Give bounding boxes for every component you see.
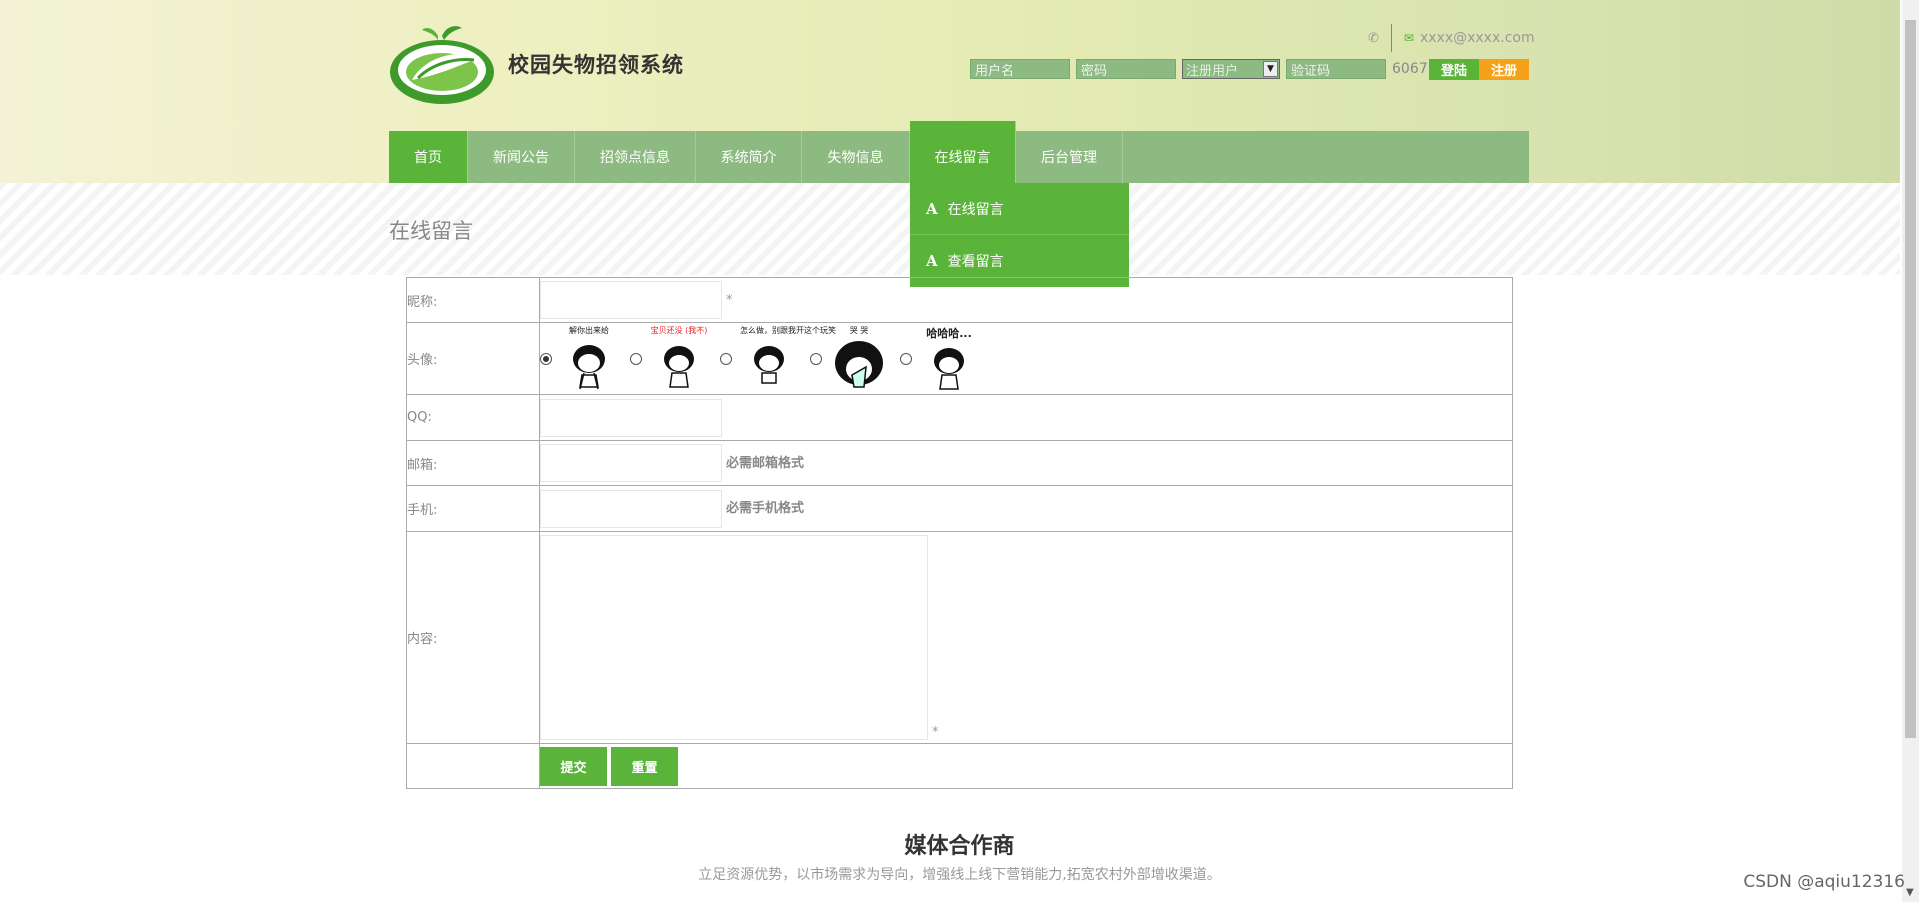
main-nav: 首页 新闻公告 招领点信息 系统简介 失物信息 在线留言 后台管理 (389, 121, 1529, 183)
nav-item-admin[interactable]: 后台管理 (1016, 131, 1123, 183)
form-row-content: 内容: * (406, 531, 1513, 744)
role-select-value: 注册用户 (1186, 63, 1239, 79)
qq-label: QQ: (406, 394, 540, 441)
avatar-option: 哈哈哈... (900, 325, 978, 393)
avatar-caption: 解你出来给 (569, 325, 609, 335)
content-textarea[interactable] (540, 535, 928, 740)
nav-item-news[interactable]: 新闻公告 (468, 131, 575, 183)
nav-item-claim-points[interactable]: 招领点信息 (575, 131, 696, 183)
avatar-radio[interactable] (720, 352, 732, 365)
nav-item-lost-items[interactable]: 失物信息 (802, 131, 910, 183)
reset-button[interactable]: 重置 (611, 746, 678, 786)
email-cell: 必需邮箱格式 (539, 440, 1513, 486)
qq-input[interactable] (540, 398, 722, 437)
nav-item-about[interactable]: 系统简介 (696, 131, 802, 183)
avatar-caption: 哭 哭 (849, 325, 869, 335)
phone-icon: ✆ (1368, 30, 1379, 46)
dropdown-item-label: 在线留言 (947, 201, 1004, 218)
phone-input[interactable] (540, 489, 722, 528)
message-form: 昵称: * 头像: 解你出来给 宝贝还没 (我不) 怎么做，别跟我开这个玩笑 哭… (406, 277, 1513, 789)
site-logo[interactable] (388, 22, 496, 106)
content-cell: * (539, 531, 1513, 744)
phone-cell: 必需手机格式 (539, 485, 1513, 532)
contact-email[interactable]: xxxx@xxxx.com (1420, 30, 1535, 46)
login-button[interactable]: 登陆 (1429, 59, 1479, 80)
nickname-cell: * (539, 277, 1513, 323)
form-row-phone: 手机: 必需手机格式 (406, 485, 1513, 532)
contact-info: ✆ ✉ xxxx@xxxx.com (1368, 24, 1535, 52)
avatar-option: 怎么做，别跟我开这个玩笑 (720, 325, 836, 393)
messages-dropdown: A 在线留言 A 查看留言 (910, 183, 1129, 287)
avatar-radio[interactable] (900, 352, 912, 365)
page-heading: 在线留言 (389, 219, 473, 243)
vertical-scrollbar[interactable]: ▼ (1902, 0, 1919, 902)
empty-label (406, 743, 540, 789)
avatar-image: 哈哈哈... (920, 325, 978, 393)
email-label: 邮箱: (406, 440, 540, 486)
font-a-icon: A (926, 252, 938, 270)
avatar-image: 解你出来给 (560, 325, 618, 393)
form-row-avatar: 头像: 解你出来给 宝贝还没 (我不) 怎么做，别跟我开这个玩笑 哭 哭 哈哈哈… (406, 322, 1513, 395)
avatar-caption: 怎么做，别跟我开这个玩笑 (740, 325, 836, 335)
phone-hint: 必需手机格式 (726, 501, 805, 516)
nickname-input[interactable] (540, 281, 722, 319)
dropdown-item-post-message[interactable]: A 在线留言 (910, 183, 1129, 235)
avatar-image: 怎么做，别跟我开这个玩笑 (740, 325, 836, 393)
required-mark: * (932, 725, 939, 740)
avatar-option: 宝贝还没 (我不) (630, 325, 708, 393)
captcha-input[interactable]: 验证码 (1286, 59, 1386, 79)
avatar-image: 宝贝还没 (我不) (650, 325, 708, 393)
form-row-actions: 提交 重置 (406, 743, 1513, 789)
username-input[interactable]: 用户名 (970, 59, 1070, 79)
register-button[interactable]: 注册 (1479, 59, 1529, 80)
divider (1390, 24, 1392, 52)
avatar-caption: 哈哈哈... (926, 326, 972, 340)
avatar-radio[interactable] (630, 352, 642, 365)
role-select[interactable]: 注册用户 ▼ (1182, 59, 1280, 79)
nickname-label: 昵称: (406, 277, 540, 323)
mail-icon: ✉ (1403, 31, 1414, 45)
chevron-down-icon: ▼ (1263, 61, 1278, 77)
password-input[interactable]: 密码 (1076, 59, 1176, 79)
scrollbar-thumb[interactable] (1905, 20, 1916, 738)
submit-button[interactable]: 提交 (540, 746, 607, 786)
avatar-caption: 宝贝还没 (我不) (650, 325, 708, 335)
avatar-radio[interactable] (540, 352, 552, 365)
email-hint: 必需邮箱格式 (726, 455, 805, 471)
qq-cell (539, 394, 1513, 441)
watermark: CSDN @aqiu12316 (1743, 872, 1905, 892)
avatar-label: 头像: (406, 322, 540, 395)
avatar-radio[interactable] (810, 352, 822, 365)
avatar-options: 解你出来给 宝贝还没 (我不) 怎么做，别跟我开这个玩笑 哭 哭 哈哈哈... (540, 324, 1512, 394)
dropdown-item-label: 查看留言 (947, 254, 1004, 270)
chevron-down-icon[interactable]: ▼ (1906, 887, 1914, 898)
partners-title: 媒体合作商 (904, 834, 1015, 859)
required-mark: * (726, 292, 733, 308)
email-input[interactable] (540, 444, 722, 482)
avatar-image: 哭 哭 (830, 325, 888, 393)
phone-label: 手机: (406, 485, 540, 532)
captcha-code[interactable]: 6067 (1392, 61, 1428, 77)
avatar-cell: 解你出来给 宝贝还没 (我不) 怎么做，别跟我开这个玩笑 哭 哭 哈哈哈... (539, 322, 1513, 395)
font-a-icon: A (926, 199, 938, 218)
site-title: 校园失物招领系统 (508, 53, 684, 77)
partners-subtitle: 立足资源优势，以市场需求为导向，增强线上线下营销能力,拓宽农村外部增收渠道。 (698, 867, 1221, 883)
form-row-nickname: 昵称: * (406, 277, 1513, 323)
nav-item-home[interactable]: 首页 (389, 131, 468, 183)
nav-item-messages[interactable]: 在线留言 (910, 121, 1016, 183)
actions-cell: 提交 重置 (539, 743, 1513, 789)
content-label: 内容: (406, 531, 540, 744)
form-row-qq: QQ: (406, 394, 1513, 441)
form-row-email: 邮箱: 必需邮箱格式 (406, 440, 1513, 486)
avatar-option: 解你出来给 (540, 325, 618, 393)
